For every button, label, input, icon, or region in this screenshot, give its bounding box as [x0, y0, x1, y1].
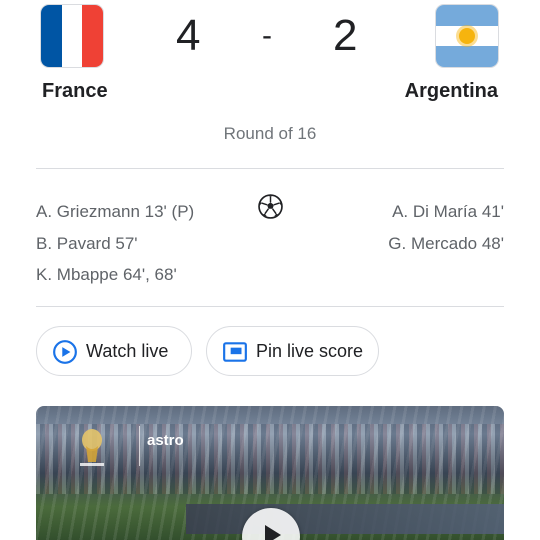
soccer-ball-icon [258, 194, 283, 219]
away-scorers: A. Di María 41' G. Mercado 48' [388, 196, 504, 259]
argentina-flag-icon [436, 5, 498, 67]
score-separator: - [262, 19, 272, 52]
scorer-item: G. Mercado 48' [388, 233, 504, 253]
flag-stripe-white [61, 5, 83, 67]
away-team-name[interactable]: Argentina [405, 80, 498, 103]
pin-window-icon [223, 342, 247, 362]
watch-live-label: Watch live [86, 341, 169, 361]
home-scorers: A. Griezmann 13' (P) B. Pavard 57' K. Mb… [36, 196, 194, 291]
match-round: Round of 16 [223, 124, 317, 143]
watch-live-button[interactable]: Watch live [36, 326, 192, 376]
scorer-item: K. Mbappe 64', 68' [36, 265, 177, 284]
home-team-name[interactable]: France [42, 80, 108, 103]
flag-band-top [436, 5, 498, 26]
pin-live-score-button[interactable]: Pin live score [206, 326, 379, 376]
away-score: 2 [333, 11, 358, 60]
flag-stripe-blue [41, 5, 62, 67]
world-cup-logo-icon [80, 429, 104, 466]
pin-live-score-label: Pin live score [256, 341, 364, 361]
scorer-item: A. Griezmann 13' (P) [36, 202, 195, 221]
scorer-item: B. Pavard 57' [36, 233, 138, 253]
sun-of-may-icon [459, 28, 475, 44]
divider [36, 306, 504, 307]
play-circle-icon [53, 340, 77, 364]
flag-stripe-red [82, 5, 103, 67]
logo-separator [139, 426, 140, 466]
flag-band-bottom [436, 46, 498, 67]
play-icon [265, 525, 281, 540]
france-flag-icon [41, 5, 103, 67]
home-score: 4 [176, 11, 201, 60]
live-video-thumbnail[interactable]: astro [36, 406, 504, 540]
divider [36, 168, 504, 169]
advertising-board-image [186, 504, 504, 534]
scorer-item: A. Di María 41' [392, 202, 504, 221]
broadcaster-logo: astro [147, 432, 184, 449]
